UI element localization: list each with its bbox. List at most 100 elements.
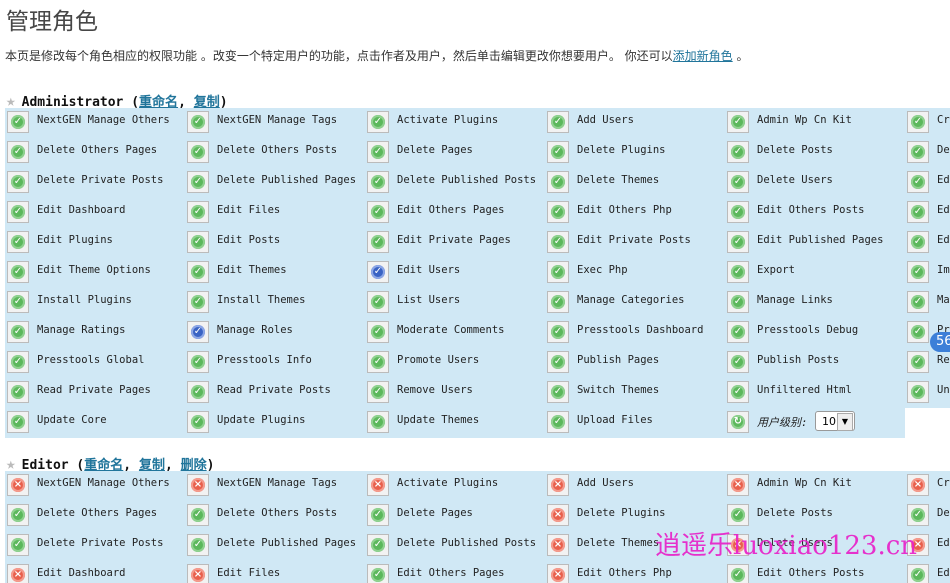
capability-item: ✓ Delete Posts bbox=[725, 138, 905, 168]
granted-icon: ✓ bbox=[191, 385, 205, 399]
capability-toggle[interactable]: ✓ bbox=[907, 504, 929, 526]
capability-toggle[interactable]: × bbox=[547, 504, 569, 526]
capability-item: ✓ Install Themes bbox=[185, 288, 365, 318]
capability-toggle[interactable]: ✓ bbox=[7, 201, 29, 223]
capability-toggle[interactable]: ✓ bbox=[547, 201, 569, 223]
capability-toggle[interactable]: ✓ bbox=[727, 351, 749, 373]
capability-toggle[interactable]: ✓ bbox=[187, 231, 209, 253]
capability-toggle[interactable]: ✓ bbox=[907, 321, 929, 343]
capability-toggle[interactable]: ✓ bbox=[7, 321, 29, 343]
capability-toggle[interactable]: ✓ bbox=[7, 231, 29, 253]
capability-toggle[interactable]: × bbox=[187, 564, 209, 583]
capability-toggle[interactable]: ✓ bbox=[187, 534, 209, 556]
capability-toggle[interactable]: ✓ bbox=[187, 381, 209, 403]
capability-toggle[interactable]: ✓ bbox=[547, 411, 569, 433]
capability-label: Delete Private Posts bbox=[37, 537, 164, 549]
capability-toggle[interactable]: ✓ bbox=[367, 171, 389, 193]
capability-toggle[interactable]: × bbox=[547, 474, 569, 496]
capability-toggle[interactable]: ✓ bbox=[907, 351, 929, 373]
capability-toggle[interactable]: × bbox=[367, 474, 389, 496]
capability-toggle[interactable]: ✓ bbox=[907, 201, 929, 223]
capability-toggle[interactable]: ✓ bbox=[367, 504, 389, 526]
capability-toggle[interactable]: ✓ bbox=[367, 141, 389, 163]
capability-toggle[interactable]: ✓ bbox=[367, 351, 389, 373]
capability-toggle[interactable]: ✓ bbox=[367, 111, 389, 133]
capability-toggle[interactable]: ✓ bbox=[187, 291, 209, 313]
capability-toggle[interactable]: ✓ bbox=[907, 231, 929, 253]
capability-toggle[interactable]: ✓ bbox=[367, 564, 389, 583]
capability-toggle[interactable]: ✓ bbox=[547, 231, 569, 253]
capability-toggle[interactable]: ✓ bbox=[547, 351, 569, 373]
capability-toggle[interactable]: ✓ bbox=[187, 171, 209, 193]
capability-toggle[interactable]: ✓ bbox=[547, 381, 569, 403]
capability-toggle[interactable]: ✓ bbox=[7, 291, 29, 313]
capability-toggle[interactable]: ✓ bbox=[187, 351, 209, 373]
capability-item: ✓ Delete Others Posts bbox=[185, 138, 365, 168]
capability-toggle[interactable]: × bbox=[187, 474, 209, 496]
capability-toggle[interactable]: × bbox=[547, 564, 569, 583]
capability-toggle[interactable]: ✓ bbox=[187, 261, 209, 283]
capability-toggle[interactable]: ✓ bbox=[907, 291, 929, 313]
capability-toggle[interactable]: ✓ bbox=[187, 411, 209, 433]
capability-toggle[interactable]: ✓ bbox=[727, 321, 749, 343]
capability-toggle[interactable]: ✓ bbox=[187, 111, 209, 133]
capability-toggle[interactable]: ✓ bbox=[547, 111, 569, 133]
capability-toggle[interactable]: ✓ bbox=[727, 171, 749, 193]
capability-toggle[interactable]: ✓ bbox=[7, 411, 29, 433]
denied-icon: × bbox=[551, 538, 565, 552]
capability-toggle[interactable]: ✓ bbox=[7, 534, 29, 556]
capability-toggle[interactable]: ✓ bbox=[7, 351, 29, 373]
capability-toggle[interactable]: ✓ bbox=[7, 381, 29, 403]
capability-toggle[interactable]: × bbox=[727, 474, 749, 496]
capability-toggle[interactable]: ✓ bbox=[727, 381, 749, 403]
capability-toggle[interactable]: ✓ bbox=[547, 261, 569, 283]
capability-toggle[interactable]: ✓ bbox=[7, 261, 29, 283]
refresh-button[interactable]: ↻ bbox=[727, 411, 749, 433]
capability-toggle[interactable]: ✓ bbox=[367, 411, 389, 433]
capability-toggle[interactable]: ✓ bbox=[727, 201, 749, 223]
capability-toggle[interactable]: ✓ bbox=[907, 171, 929, 193]
capability-toggle[interactable]: × bbox=[7, 564, 29, 583]
capability-toggle[interactable]: ✓ bbox=[907, 141, 929, 163]
capability-label: Delete Published Pages bbox=[217, 174, 357, 186]
capability-toggle[interactable]: ✓ bbox=[367, 321, 389, 343]
floating-badge[interactable]: 56 bbox=[930, 332, 950, 352]
capability-label: Delete Pages bbox=[397, 507, 473, 519]
capability-toggle[interactable]: ✓ bbox=[907, 111, 929, 133]
capability-toggle[interactable]: ✓ bbox=[367, 291, 389, 313]
capability-toggle[interactable]: ✓ bbox=[367, 201, 389, 223]
capability-toggle[interactable]: ✓ bbox=[727, 504, 749, 526]
capability-toggle[interactable]: × bbox=[907, 474, 929, 496]
capability-toggle[interactable]: ✓ bbox=[7, 504, 29, 526]
capability-toggle[interactable]: ✓ bbox=[547, 171, 569, 193]
capability-toggle[interactable]: ✓ bbox=[7, 141, 29, 163]
capability-toggle[interactable]: ✓ bbox=[187, 504, 209, 526]
capability-toggle[interactable]: ✓ bbox=[547, 141, 569, 163]
capability-toggle[interactable]: ✓ bbox=[187, 321, 209, 343]
user-level-select[interactable]: 10 ▼ bbox=[815, 411, 855, 431]
capability-toggle[interactable]: ✓ bbox=[727, 564, 749, 583]
capability-toggle[interactable]: ✓ bbox=[727, 231, 749, 253]
granted-icon: ✓ bbox=[191, 295, 205, 309]
add-new-role-link[interactable]: 添加新角色 bbox=[673, 49, 733, 63]
capability-toggle[interactable]: ✓ bbox=[547, 321, 569, 343]
capability-toggle[interactable]: ✓ bbox=[367, 534, 389, 556]
capability-toggle[interactable]: ✓ bbox=[547, 291, 569, 313]
capability-toggle[interactable]: × bbox=[7, 474, 29, 496]
capability-toggle[interactable]: ✓ bbox=[907, 261, 929, 283]
capability-toggle[interactable]: ✓ bbox=[907, 381, 929, 403]
capability-toggle[interactable]: ✓ bbox=[187, 141, 209, 163]
capability-toggle[interactable]: ✓ bbox=[727, 111, 749, 133]
capability-toggle[interactable]: ✓ bbox=[727, 291, 749, 313]
capability-toggle[interactable]: ✓ bbox=[907, 564, 929, 583]
capability-item: × Edit Files bbox=[185, 561, 365, 583]
capability-toggle[interactable]: ✓ bbox=[7, 111, 29, 133]
capability-toggle[interactable]: ✓ bbox=[7, 171, 29, 193]
capability-toggle[interactable]: × bbox=[547, 534, 569, 556]
capability-toggle[interactable]: ✓ bbox=[367, 231, 389, 253]
capability-toggle[interactable]: ✓ bbox=[727, 141, 749, 163]
capability-toggle[interactable]: ✓ bbox=[367, 381, 389, 403]
capability-toggle[interactable]: ✓ bbox=[727, 261, 749, 283]
capability-toggle[interactable]: ✓ bbox=[187, 201, 209, 223]
capability-toggle[interactable]: ✓ bbox=[367, 261, 389, 283]
